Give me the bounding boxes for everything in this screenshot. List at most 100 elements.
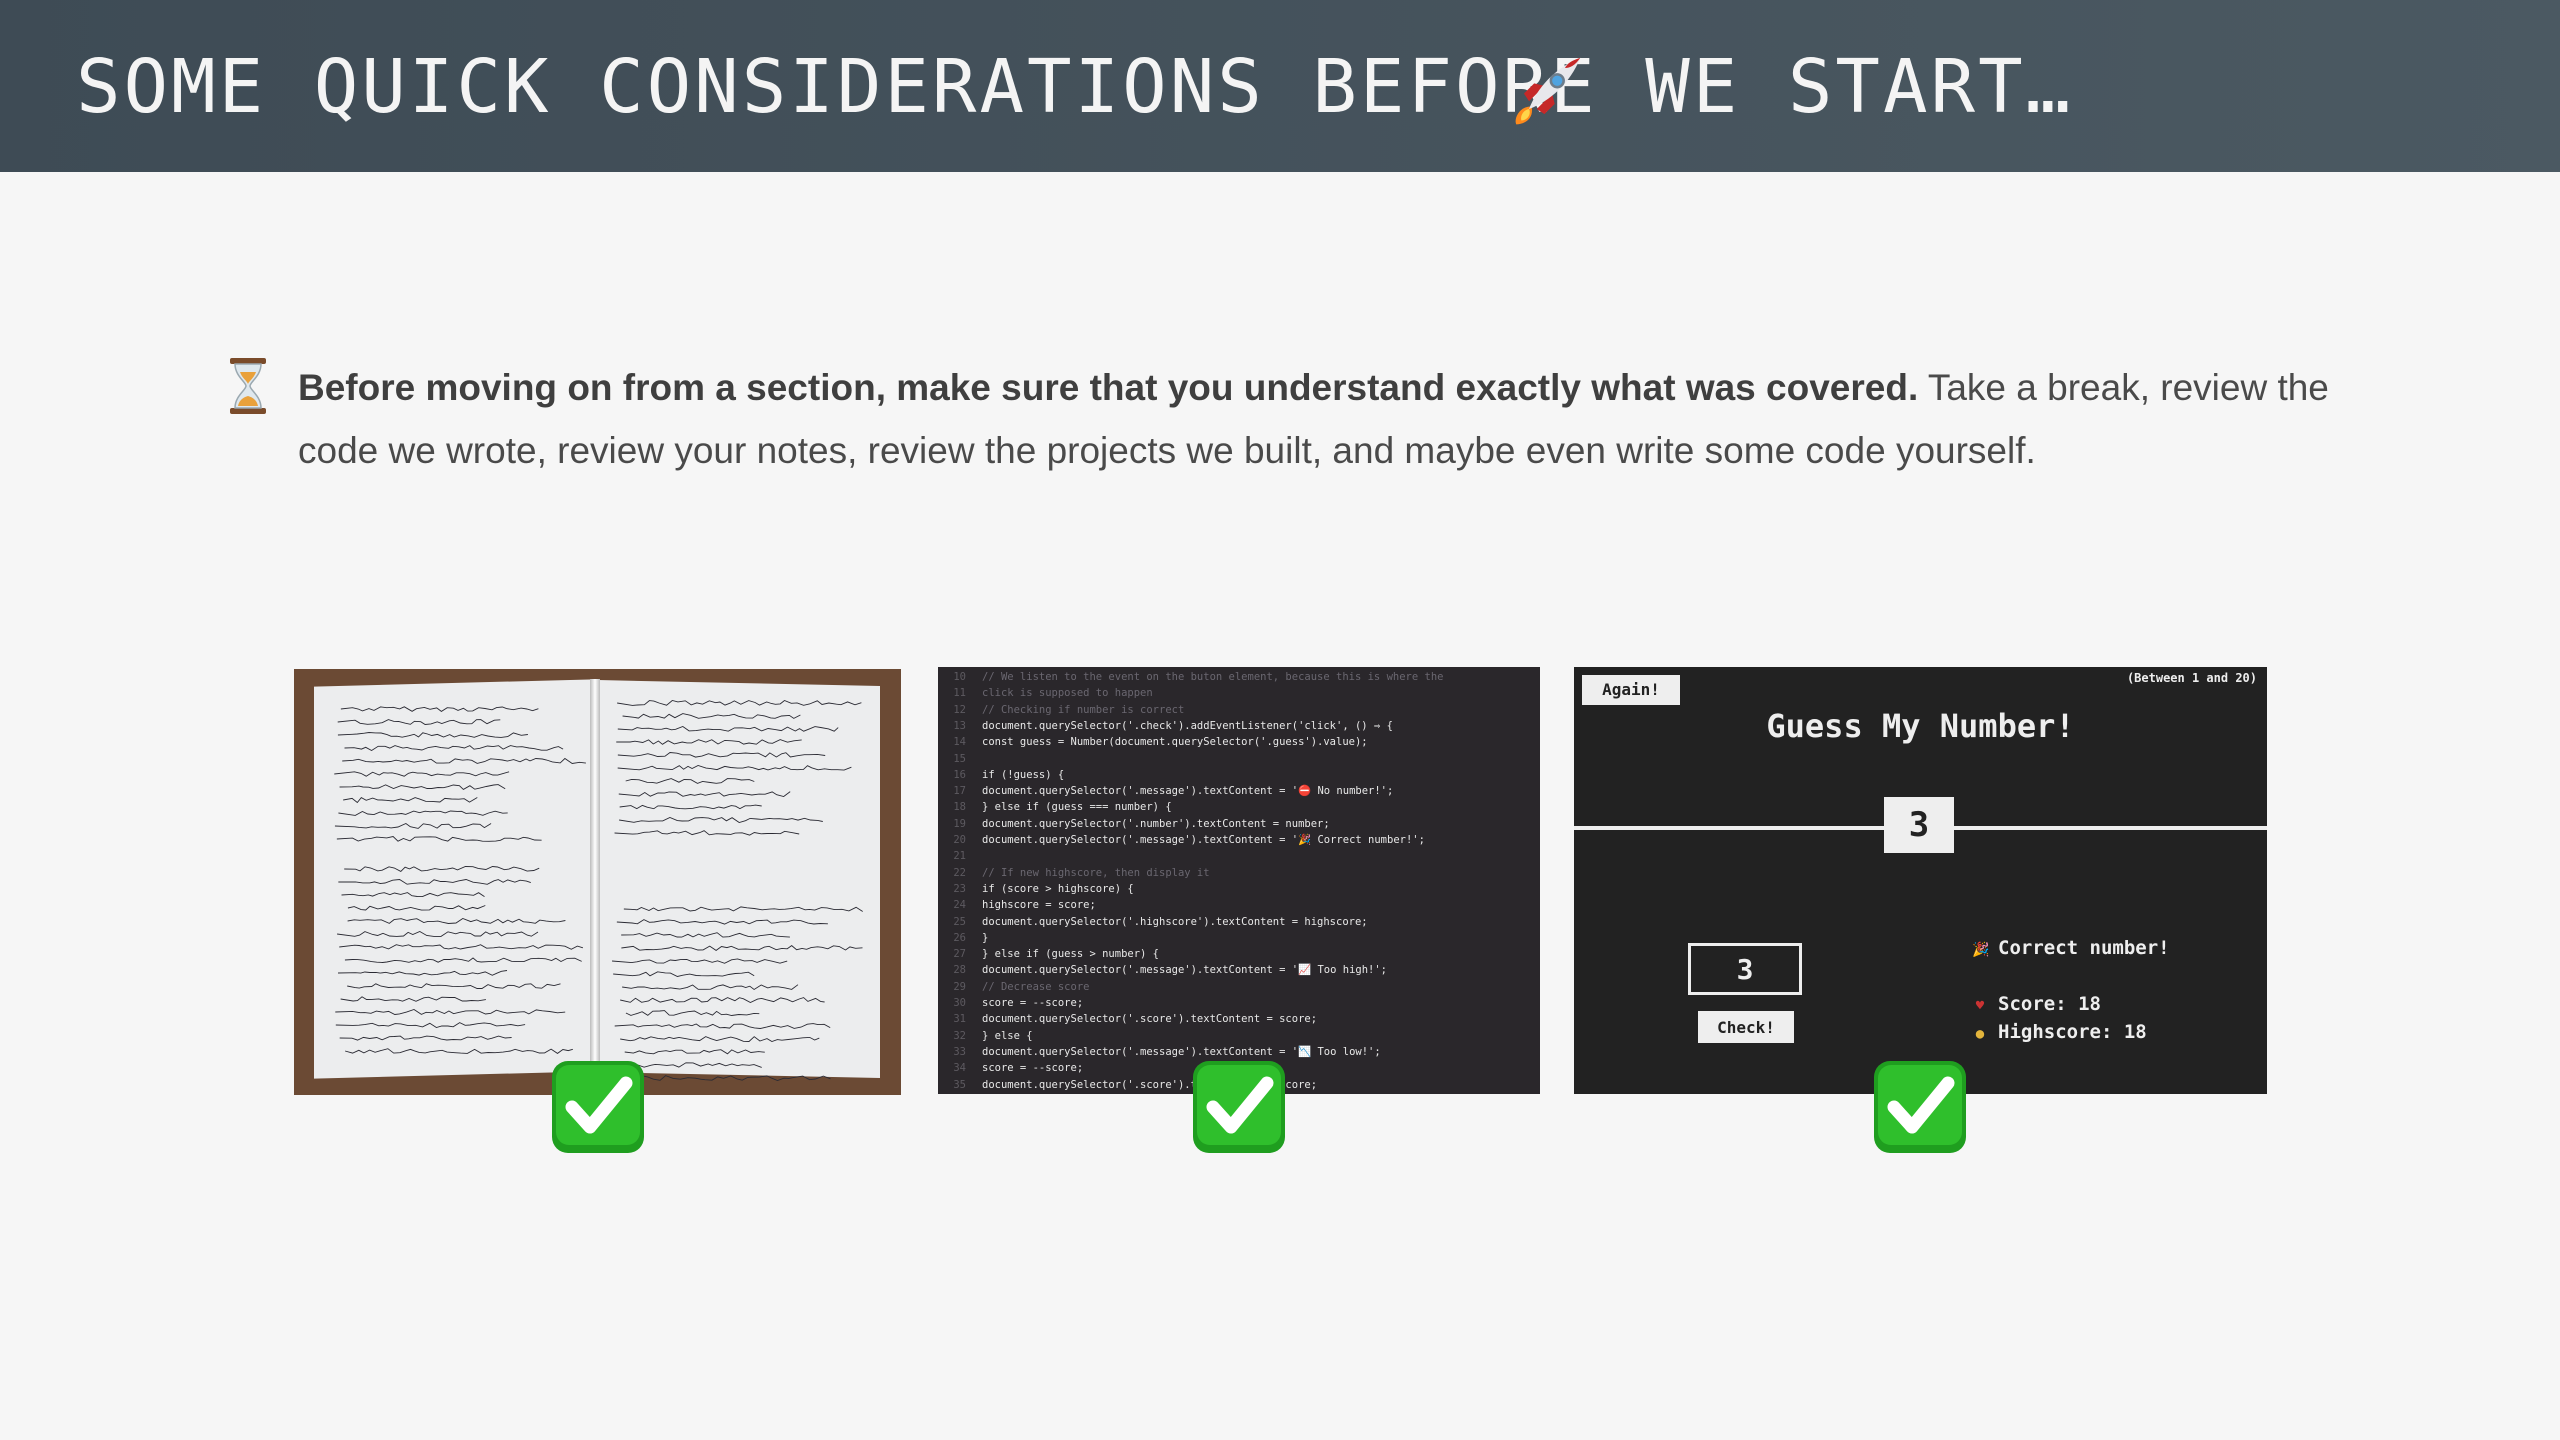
code-editor-screenshot: 10 // We listen to the event on the buton… bbox=[938, 667, 1540, 1094]
line-number: 21 bbox=[953, 850, 966, 863]
code-text: click is supposed to happen bbox=[982, 687, 1153, 700]
handwriting-line bbox=[343, 797, 478, 804]
line-number: 18 bbox=[953, 801, 966, 814]
handwriting-line bbox=[340, 706, 539, 712]
note-paragraph: Before moving on from a section, make su… bbox=[298, 356, 2358, 482]
line-number: 16 bbox=[953, 768, 966, 781]
code-line: 10 // We listen to the event on the buton… bbox=[938, 669, 1540, 685]
line-number: 15 bbox=[953, 752, 966, 765]
code-line: 12 // Checking if number is correct bbox=[938, 702, 1540, 718]
handwriting-line bbox=[344, 1048, 573, 1054]
handwriting-line bbox=[614, 1023, 831, 1029]
code-line: 28 document.querySelector('.message').te… bbox=[938, 962, 1540, 978]
handwriting-line bbox=[336, 836, 542, 842]
handwriting-line bbox=[339, 944, 584, 950]
handwriting-line bbox=[339, 784, 506, 790]
handwriting-line bbox=[614, 830, 800, 836]
handwriting-line bbox=[618, 791, 791, 797]
line-number: 24 bbox=[953, 899, 966, 912]
handwriting-line bbox=[617, 725, 839, 732]
line-number: 19 bbox=[953, 817, 966, 830]
code-line: 25 document.querySelector('.highscore').… bbox=[938, 914, 1540, 930]
highscore-text: Highscore: 18 bbox=[1998, 1021, 2147, 1043]
heart-icon: ♥ bbox=[1975, 998, 1985, 1014]
line-number: 20 bbox=[953, 834, 966, 846]
line-number: 25 bbox=[953, 915, 966, 928]
handwriting-line bbox=[337, 930, 539, 937]
handwriting-line bbox=[624, 1049, 765, 1055]
handwriting-line bbox=[621, 932, 790, 938]
game-title: Guess My Number! bbox=[1766, 707, 2075, 745]
code-line: 14 const guess = Number(document.querySe… bbox=[938, 734, 1540, 750]
handwriting-line bbox=[344, 957, 582, 963]
handwriting-line bbox=[340, 996, 486, 1002]
code-text: // Decrease score bbox=[982, 980, 1090, 993]
handwriting-line bbox=[337, 732, 528, 738]
line-number: 32 bbox=[953, 1029, 966, 1042]
code-text: document.querySelector('.message').textC… bbox=[982, 785, 1394, 798]
handwriting-line bbox=[335, 1022, 526, 1028]
score-text: Score: 18 bbox=[1998, 993, 2101, 1015]
handwriting-line bbox=[616, 739, 802, 745]
notes-notebook-photo bbox=[294, 669, 901, 1095]
handwriting-line bbox=[619, 817, 823, 823]
code-lines: 10 // We listen to the event on the buton… bbox=[938, 667, 1540, 1094]
handwriting-line bbox=[342, 757, 586, 764]
code-line: 22 // If new highscore, then display it bbox=[938, 865, 1540, 881]
line-number: 14 bbox=[953, 736, 966, 749]
line-number: 33 bbox=[953, 1045, 966, 1058]
code-line: 26 } bbox=[938, 930, 1540, 946]
line-number: 34 bbox=[953, 1062, 966, 1075]
note-bold-text: Before moving on from a section, make su… bbox=[298, 367, 1919, 408]
handwriting-line bbox=[625, 1075, 831, 1081]
rocket-icon bbox=[1515, 57, 1581, 125]
line-number: 12 bbox=[953, 703, 966, 716]
code-line: 32 } else { bbox=[938, 1028, 1540, 1044]
code-text: document.querySelector('.message').textC… bbox=[982, 964, 1388, 977]
line-number: 13 bbox=[953, 719, 966, 732]
handwriting-line bbox=[625, 1010, 760, 1016]
check-mark-button-icon bbox=[552, 1061, 644, 1153]
handwriting-line bbox=[344, 866, 540, 872]
code-line: 15 bbox=[938, 751, 1540, 767]
guess-input[interactable] bbox=[1688, 943, 1802, 995]
code-text: score = --score; bbox=[982, 1062, 1084, 1075]
handwriting-line bbox=[625, 778, 755, 784]
code-text: // Checking if number is correct bbox=[982, 703, 1185, 716]
handwriting-line bbox=[347, 905, 486, 911]
handwriting-line bbox=[620, 997, 825, 1004]
handwriting-line bbox=[617, 752, 826, 758]
code-text: } else if (guess === number) { bbox=[982, 801, 1172, 814]
secret-number: 3 bbox=[1884, 797, 1954, 853]
check-button[interactable]: Check! bbox=[1698, 1011, 1794, 1043]
line-number: 11 bbox=[953, 687, 966, 700]
handwriting-line bbox=[623, 906, 863, 912]
handwriting-line bbox=[344, 745, 564, 752]
handwriting-line bbox=[347, 917, 566, 924]
game-message: 🎉 Correct number! bbox=[1972, 937, 2170, 959]
page-title: Some quick considerations before we star… bbox=[76, 44, 2074, 130]
guess-my-number-game-screenshot: Again! (Between 1 and 20) Guess My Numbe… bbox=[1574, 667, 2267, 1094]
handwriting-line bbox=[335, 1009, 566, 1015]
code-line: 23 if (score > highscore) { bbox=[938, 881, 1540, 897]
again-button[interactable]: Again! bbox=[1582, 675, 1680, 705]
game-message-text: Correct number! bbox=[1998, 937, 2170, 959]
score-label: ♥ Score: 18 bbox=[1972, 993, 2101, 1015]
code-text: } bbox=[982, 931, 989, 944]
code-line: 16 if (!guess) { bbox=[938, 767, 1540, 783]
line-number: 27 bbox=[953, 948, 966, 961]
code-text: document.querySelector('.message').textC… bbox=[982, 1045, 1381, 1058]
handwriting-line bbox=[617, 699, 862, 706]
code-text: const guess = Number(document.querySelec… bbox=[982, 736, 1368, 749]
handwriting-scribbles bbox=[334, 699, 863, 1081]
line-number: 23 bbox=[953, 882, 966, 895]
hourglass-icon bbox=[230, 358, 266, 414]
handwriting-line bbox=[612, 958, 788, 964]
handwriting-line bbox=[616, 919, 828, 925]
code-line: 27 } else if (guess > number) { bbox=[938, 946, 1540, 962]
code-text: if (!guess) { bbox=[982, 768, 1065, 781]
code-line: 18 } else if (guess === number) { bbox=[938, 799, 1540, 815]
code-text: score = --score; bbox=[982, 997, 1084, 1009]
handwriting-line bbox=[622, 713, 801, 719]
handwriting-line bbox=[613, 971, 755, 977]
